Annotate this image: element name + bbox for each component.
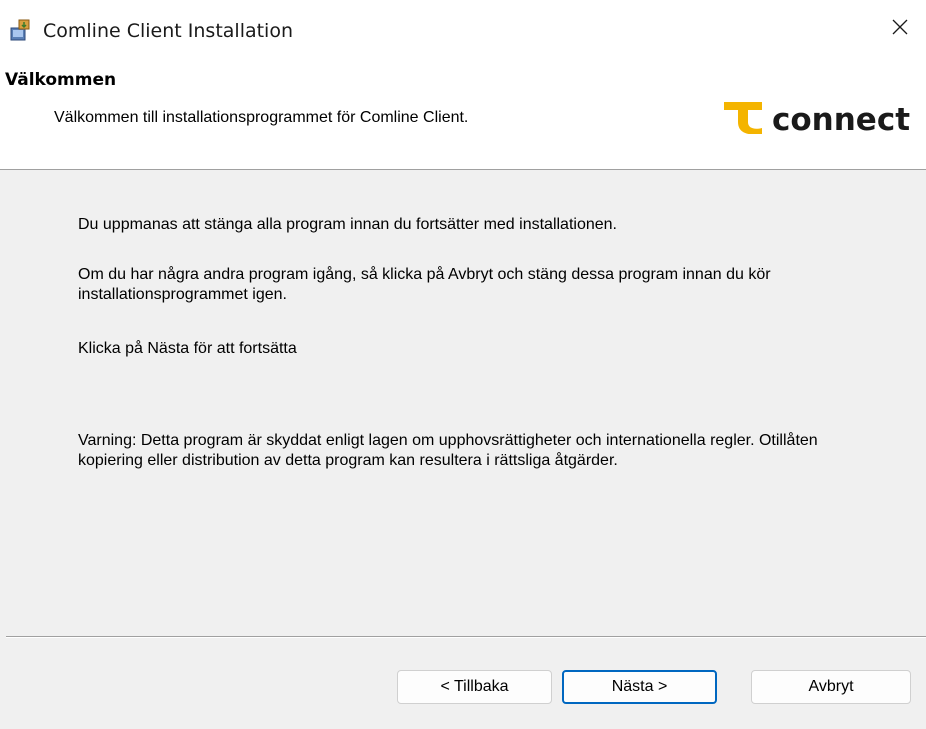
title-bar: Comline Client Installation [0,0,926,54]
close-icon [892,19,908,35]
logo-text: connect [772,102,910,134]
page-title: Välkommen [5,70,117,90]
copyright-warning: Varning: Detta program är skyddat enligt… [78,432,818,469]
back-button[interactable]: < Tillbaka [397,670,552,704]
close-button[interactable] [874,0,926,54]
cancel-button[interactable]: Avbryt [751,670,911,704]
footer-divider [6,636,926,638]
info-paragraph-close-programs: Du uppmanas att stänga alla program inna… [78,216,617,233]
info-paragraph-cancel: Om du har några andra program igång, så … [78,266,771,303]
installer-icon [10,19,30,41]
window-title: Comline Client Installation [43,20,294,42]
header-panel: Välkommen Välkommen till installationspr… [0,54,926,170]
next-button[interactable]: Nästa > [562,670,717,704]
page-subtitle: Välkommen till installationsprogrammet f… [54,109,469,126]
connect-logo: connect [724,102,910,134]
info-paragraph-next: Klicka på Nästa för att fortsätta [78,340,297,357]
